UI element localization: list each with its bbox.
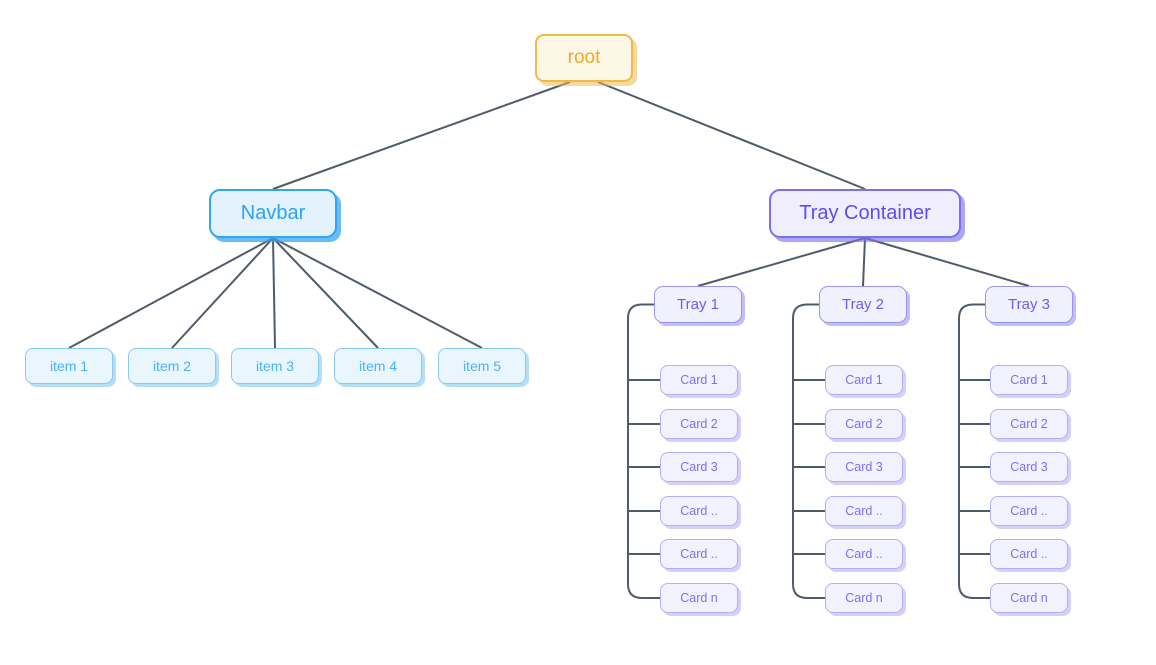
node-tray-2-card-2-label: Card 2: [845, 417, 883, 431]
node-tray-3-card-3-label: Card 3: [1010, 460, 1048, 474]
node-tray-container[interactable]: Tray Container: [769, 189, 961, 238]
node-item-2-label: item 2: [152, 358, 192, 374]
node-item-2[interactable]: item 2: [128, 348, 216, 384]
node-tray-2-card-3-label: Card 3: [845, 460, 883, 474]
edge-navbar-to-item-3: [272, 237, 276, 349]
node-tray-3-card-1-label: Card 1: [1010, 373, 1048, 387]
node-tray-2-card-6-label: Card n: [845, 591, 883, 605]
node-tray-3-card-5-label: Card ..: [1010, 547, 1048, 561]
edge-navbar-to-item-5: [272, 237, 483, 349]
node-tray-2-card-4[interactable]: Card ..: [825, 496, 903, 526]
node-tray-3-label: Tray 3: [1008, 296, 1050, 313]
node-tray-3-card-5[interactable]: Card ..: [990, 539, 1068, 569]
node-item-5[interactable]: item 5: [438, 348, 526, 384]
node-tray-1-card-5[interactable]: Card ..: [660, 539, 738, 569]
node-tray-2-card-5[interactable]: Card ..: [825, 539, 903, 569]
node-tray-1-card-3-label: Card 3: [680, 460, 718, 474]
edge-root-to-navbar: [272, 81, 571, 190]
node-tray-1-card-4[interactable]: Card ..: [660, 496, 738, 526]
edge-layer: [68, 81, 1030, 599]
trunk-tray-2: [792, 303, 826, 599]
node-root[interactable]: root: [535, 34, 633, 82]
node-tray-1[interactable]: Tray 1: [654, 286, 742, 323]
edge-navbar-to-item-4: [272, 237, 379, 349]
node-tray-1-card-5-label: Card ..: [680, 547, 718, 561]
edge-navbar-to-item-2: [171, 237, 274, 349]
node-tray-1-card-6[interactable]: Card n: [660, 583, 738, 613]
node-item-5-label: item 5: [462, 358, 502, 374]
diagram-canvas: root Navbar Tray Container item 1 item 2 item…: [0, 0, 1156, 665]
node-tray-2-card-1[interactable]: Card 1: [825, 365, 903, 395]
trunk-tray-1: [627, 303, 661, 599]
node-tray-1-label: Tray 1: [677, 296, 719, 313]
trunk-tray-3: [958, 303, 991, 599]
node-tray-2-card-2[interactable]: Card 2: [825, 409, 903, 439]
node-navbar-label: Navbar: [240, 202, 306, 224]
edge-tray-container-to-tray-2: [862, 237, 866, 287]
node-item-1[interactable]: item 1: [25, 348, 113, 384]
edge-tray-container-to-tray-1: [697, 237, 866, 287]
node-tray-3-card-2[interactable]: Card 2: [990, 409, 1068, 439]
node-tray-2-label: Tray 2: [842, 296, 884, 313]
node-tray-2[interactable]: Tray 2: [819, 286, 907, 323]
edge-root-to-tray-container: [597, 81, 866, 190]
node-navbar[interactable]: Navbar: [209, 189, 337, 238]
node-tray-2-card-4-label: Card ..: [845, 504, 883, 518]
node-item-1-label: item 1: [49, 358, 89, 374]
node-item-4-label: item 4: [358, 358, 398, 374]
node-tray-3-card-6[interactable]: Card n: [990, 583, 1068, 613]
edge-tray-container-to-tray-3: [864, 237, 1030, 287]
node-tray-1-card-1[interactable]: Card 1: [660, 365, 738, 395]
node-tray-3-card-2-label: Card 2: [1010, 417, 1048, 431]
node-tray-container-label: Tray Container: [799, 202, 931, 224]
node-item-3[interactable]: item 3: [231, 348, 319, 384]
node-tray-1-card-1-label: Card 1: [680, 373, 718, 387]
node-tray-3-card-1[interactable]: Card 1: [990, 365, 1068, 395]
node-item-4[interactable]: item 4: [334, 348, 422, 384]
node-tray-2-card-5-label: Card ..: [845, 547, 883, 561]
node-tray-2-card-3[interactable]: Card 3: [825, 452, 903, 482]
node-item-3-label: item 3: [255, 358, 295, 374]
node-tray-2-card-6[interactable]: Card n: [825, 583, 903, 613]
node-tray-1-card-3[interactable]: Card 3: [660, 452, 738, 482]
node-tray-1-card-2-label: Card 2: [680, 417, 718, 431]
node-tray-1-card-6-label: Card n: [680, 591, 718, 605]
node-tray-3-card-3[interactable]: Card 3: [990, 452, 1068, 482]
node-tray-1-card-2[interactable]: Card 2: [660, 409, 738, 439]
node-tray-2-card-1-label: Card 1: [845, 373, 883, 387]
node-root-label: root: [567, 47, 601, 68]
node-tray-3[interactable]: Tray 3: [985, 286, 1073, 323]
node-tray-3-card-4[interactable]: Card ..: [990, 496, 1068, 526]
edge-navbar-to-item-1: [68, 237, 274, 349]
node-tray-1-card-4-label: Card ..: [680, 504, 718, 518]
node-tray-3-card-6-label: Card n: [1010, 591, 1048, 605]
node-tray-3-card-4-label: Card ..: [1010, 504, 1048, 518]
